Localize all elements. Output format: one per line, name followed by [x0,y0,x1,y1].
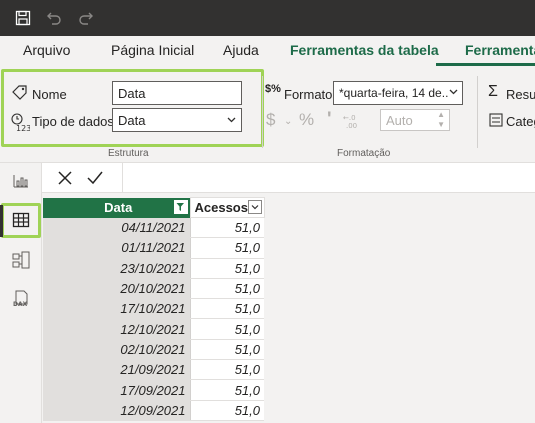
save-icon[interactable] [13,8,33,28]
cell-acessos[interactable]: 51,0 [190,339,264,361]
table-row: 01/11/2021 51,0 [43,237,264,259]
table-view-icon[interactable] [9,208,33,232]
format-select[interactable]: *quarta-feira, 14 de... [333,81,463,105]
group-label-formatacao: Formatação [337,148,391,159]
cell-acessos[interactable]: 51,0 [190,237,264,259]
cell-data[interactable]: 01/11/2021 [43,237,191,259]
format-select-value: *quarta-feira, 14 de... [339,86,452,100]
categoria-label[interactable]: Categ [506,114,535,129]
filter-icon[interactable] [173,199,188,214]
svg-text:.00: .00 [346,122,357,129]
name-label: Nome [32,87,67,102]
name-input[interactable]: Data [112,81,242,105]
cell-data[interactable]: 12/10/2021 [43,318,191,340]
cell-data[interactable]: 21/09/2021 [43,359,191,381]
menu-ajuda[interactable]: Ajuda [223,42,259,58]
cell-data[interactable]: 17/09/2021 [43,379,191,401]
cell-data[interactable]: 12/09/2021 [43,400,191,421]
datatype-select-value: Data [118,113,146,128]
data-grid-area: Data Acessos 04/11/2021 51,0 01/11/2021 51,… [42,193,535,423]
svg-text:DAX: DAX [13,301,28,308]
datatype-label: Tipo de dados [32,114,114,129]
menu-bar: Arquivo Página Inicial Ajuda Ferramentas… [0,36,535,66]
model-view-icon[interactable] [9,248,33,272]
menu-ferramentas-coluna[interactable]: Ferramentas [465,42,535,58]
decimal-places-input[interactable]: Auto ▲ ▼ [380,109,450,131]
cell-data[interactable]: 17/10/2021 [43,298,191,320]
decimal-places-value: Auto [386,113,413,128]
cell-acessos[interactable]: 51,0 [190,298,264,320]
cell-acessos[interactable]: 51,0 [190,318,264,340]
cell-acessos[interactable]: 51,0 [190,359,264,381]
table-row: 12/09/2021 51,0 [43,400,264,421]
cell-acessos[interactable]: 51,0 [190,258,264,279]
chevron-down-icon[interactable]: ⌄ [284,116,292,127]
report-view-icon[interactable] [9,169,33,193]
percent-icon[interactable]: % [299,110,314,130]
format-icon: $% [265,83,281,95]
table-row: 20/10/2021 51,0 [43,278,264,300]
menu-pagina-inicial[interactable]: Página Inicial [111,42,194,58]
category-icon [489,113,503,132]
group-label-estrutura: Estrutura [108,148,149,159]
active-view-indicator [0,205,3,237]
table-row: 17/10/2021 51,0 [43,298,264,320]
resumo-label[interactable]: Resum [506,87,535,102]
menu-arquivo[interactable]: Arquivo [23,42,70,58]
tag-icon [11,84,29,105]
view-switcher: DAX [0,163,42,423]
column-header-acessos[interactable]: Acessos [189,197,265,218]
format-label: Formato [284,87,333,102]
commit-icon[interactable] [82,165,108,191]
ribbon-separator [262,76,263,148]
table-row: 04/11/2021 51,0 [43,217,264,239]
cancel-icon[interactable] [52,165,78,191]
decimal-icon[interactable]: ←.0.00 [343,113,359,134]
column-header-data-label: Data [104,200,133,215]
formula-input[interactable] [123,163,535,193]
data-table: Data Acessos 04/11/2021 51,0 01/11/2021 51,… [43,197,265,421]
formula-bar [42,163,535,193]
cell-data[interactable]: 04/11/2021 [43,217,191,239]
title-bar [0,0,535,36]
cell-data[interactable]: 02/10/2021 [43,339,191,361]
cell-data[interactable]: 20/10/2021 [43,278,191,300]
currency-icon[interactable]: $ [266,110,275,130]
table-row: 21/09/2021 51,0 [43,359,264,381]
svg-text:←.0: ←.0 [343,114,356,122]
comma-icon[interactable]: ' [327,109,332,131]
svg-text:123: 123 [16,124,30,132]
ribbon-separator [477,76,478,148]
column-header-data[interactable]: Data [43,197,190,218]
cell-acessos[interactable]: 51,0 [190,379,264,401]
redo-icon[interactable] [76,8,96,28]
column-header-acessos-label: Acessos [194,200,248,215]
chevron-down-icon [227,112,236,127]
dax-query-icon[interactable]: DAX [9,287,33,311]
table-body: 04/11/2021 51,0 01/11/2021 51,0 23/10/2021 51… [43,217,264,421]
datatype-select[interactable]: Data [112,108,242,132]
sigma-icon: Σ [488,83,498,100]
table-row: 12/10/2021 51,0 [43,318,264,340]
datatype-icon: 123 [10,112,31,137]
cell-acessos[interactable]: 51,0 [190,217,264,239]
table-row: 23/10/2021 51,0 [43,258,264,279]
table-row: 02/10/2021 51,0 [43,339,264,361]
chevron-down-icon [449,85,458,99]
table-row: 17/09/2021 51,0 [43,379,264,401]
dropdown-icon[interactable] [247,200,262,214]
undo-icon[interactable] [44,8,64,28]
cell-acessos[interactable]: 51,0 [190,400,264,421]
ribbon: Nome Data 123 Tipo de dados Data Estrutu… [0,66,535,163]
cell-data[interactable]: 23/10/2021 [43,258,191,279]
cell-acessos[interactable]: 51,0 [190,278,264,300]
stepper-icon[interactable]: ▲ ▼ [437,110,445,130]
menu-ferramentas-da-tabela[interactable]: Ferramentas da tabela [290,42,439,58]
